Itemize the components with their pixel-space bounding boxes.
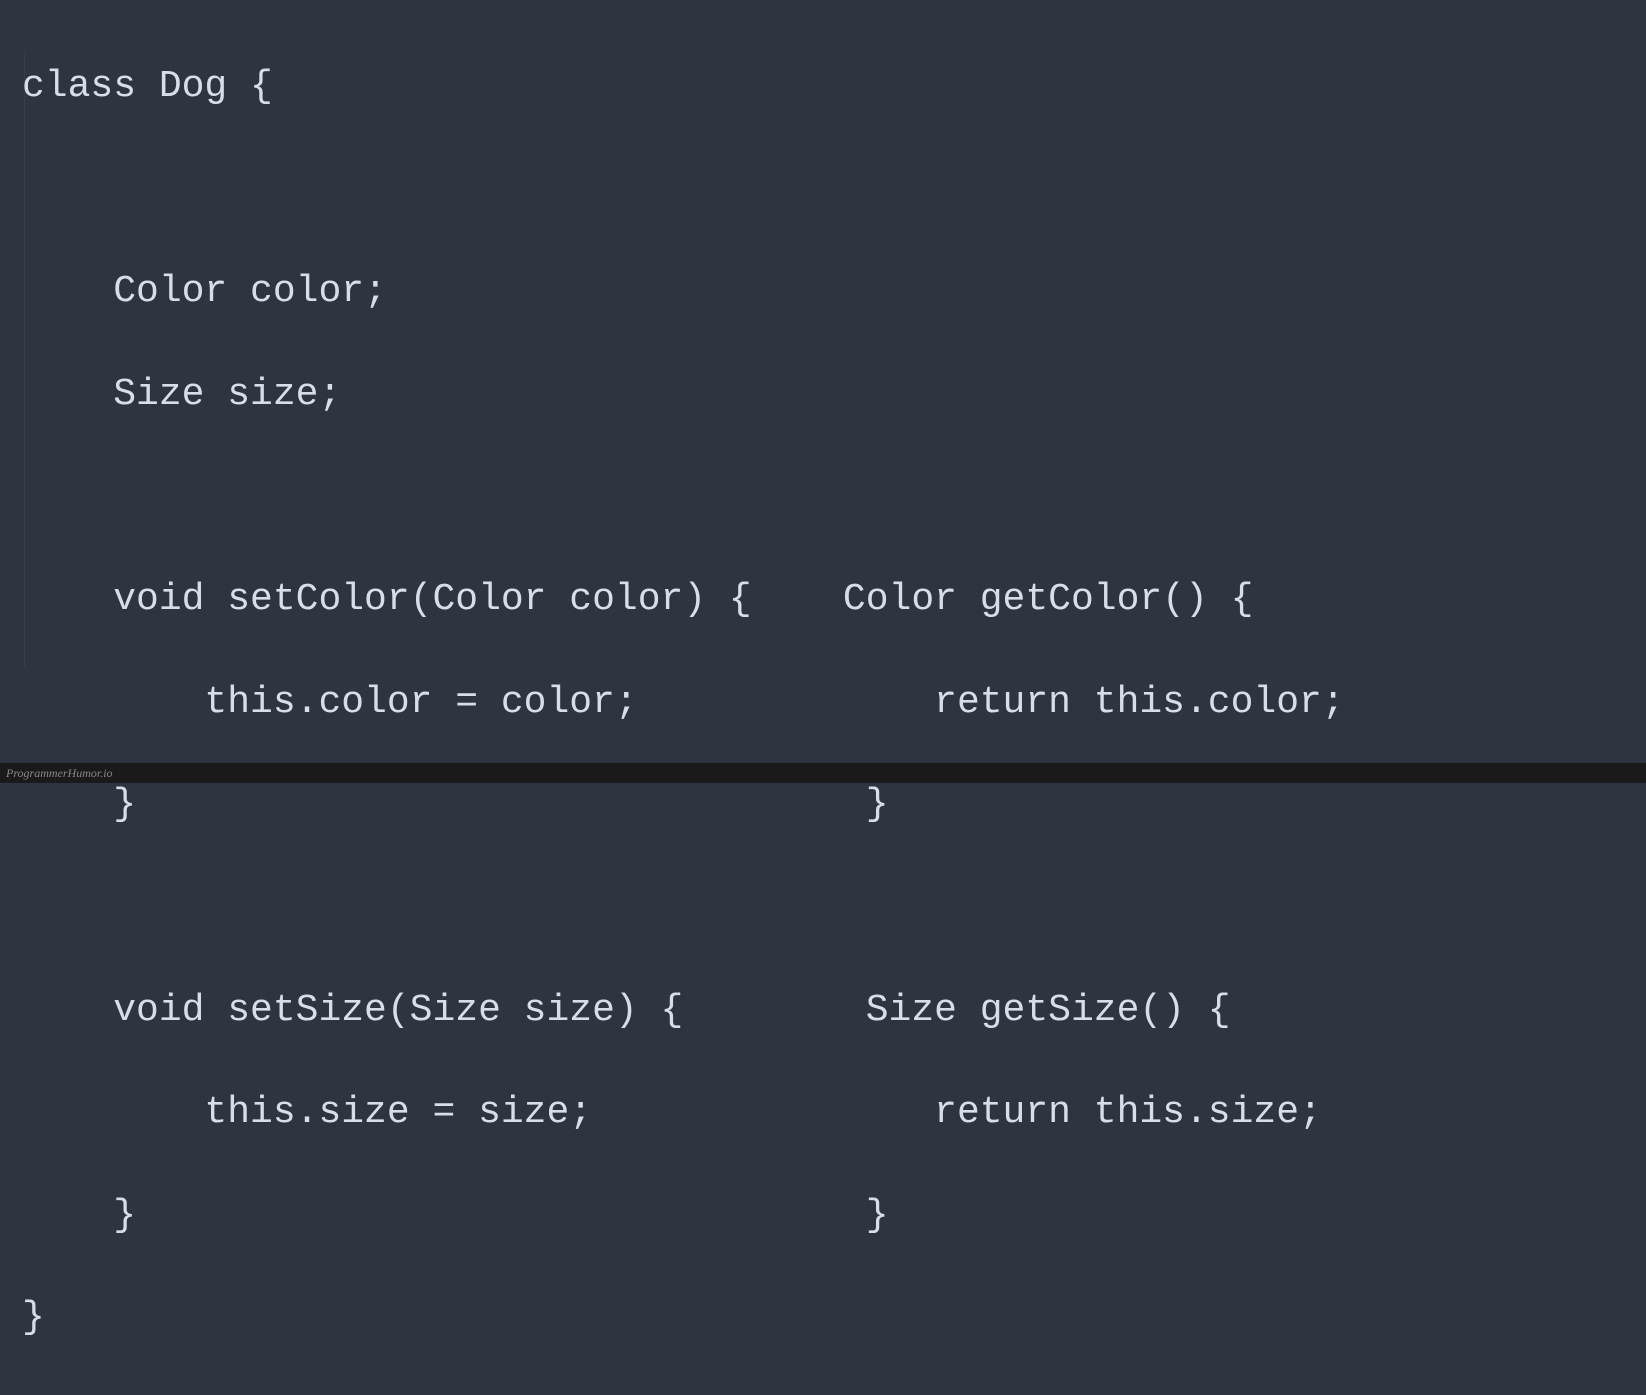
code-line: void setColor(Color color) { Color getCo… [22, 574, 1624, 625]
code-line: Size size; [22, 369, 1624, 420]
code-line: this.color = color; return this.color; [22, 677, 1624, 728]
code-line: void setSize(Size size) { Size getSize()… [22, 985, 1624, 1036]
code-line [22, 472, 1624, 523]
code-line: this.size = size; return this.size; [22, 1087, 1624, 1138]
code-line [22, 164, 1624, 215]
code-line: class Dog { [22, 61, 1624, 112]
code-line: } [22, 1292, 1624, 1343]
code-line: } } [22, 1190, 1624, 1241]
code-block: class Dog { Color color; Size size; void… [22, 10, 1624, 1395]
code-line [22, 882, 1624, 933]
watermark-text: ProgrammerHumor.io [6, 765, 113, 781]
code-line: Color color; [22, 266, 1624, 317]
code-line: } } [22, 779, 1624, 830]
